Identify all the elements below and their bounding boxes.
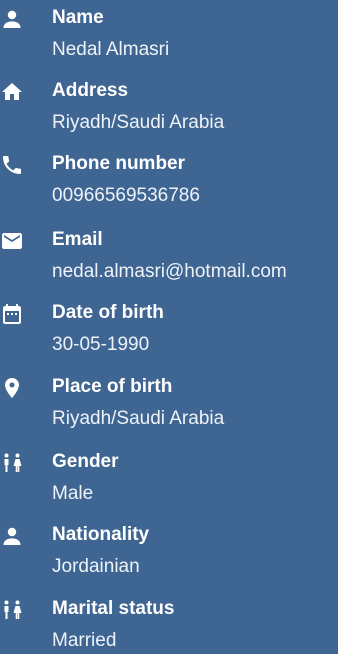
info-row-address: Address Riyadh/Saudi Arabia bbox=[0, 76, 338, 146]
personal-info-list: Name Nedal Almasri Address Riyadh/Saudi … bbox=[0, 0, 338, 654]
location-pin-icon bbox=[0, 376, 24, 400]
info-label: Marital status bbox=[52, 598, 175, 619]
info-value: Male bbox=[52, 483, 94, 504]
info-label: Address bbox=[52, 80, 129, 101]
info-value: Riyadh/Saudi Arabia bbox=[52, 408, 225, 429]
person-icon bbox=[0, 524, 24, 548]
info-value: nedal.almasri@hotmail.com bbox=[52, 261, 287, 282]
info-value: Riyadh/Saudi Arabia bbox=[52, 112, 225, 133]
info-label: Name bbox=[52, 7, 104, 28]
info-row-email: Email nedal.almasri@hotmail.com bbox=[0, 225, 338, 295]
phone-icon bbox=[0, 153, 24, 177]
info-row-date-of-birth: Date of birth 30-05-1990 bbox=[0, 298, 338, 368]
info-row-nationality: Nationality Jordainian bbox=[0, 520, 338, 590]
info-label: Nationality bbox=[52, 524, 150, 545]
calendar-icon bbox=[0, 302, 24, 326]
person-icon bbox=[0, 7, 24, 31]
info-row-gender: Gender Male bbox=[0, 447, 338, 517]
wc-icon bbox=[0, 598, 24, 622]
home-icon bbox=[0, 80, 24, 104]
info-value: 30-05-1990 bbox=[52, 334, 150, 355]
info-row-phone: Phone number 00966569536786 bbox=[0, 149, 338, 219]
info-value: 00966569536786 bbox=[52, 185, 200, 206]
info-row-place-of-birth: Place of birth Riyadh/Saudi Arabia bbox=[0, 372, 338, 442]
info-row-marital-status: Marital status Married bbox=[0, 594, 338, 654]
wc-icon bbox=[0, 451, 24, 475]
info-label: Email bbox=[52, 229, 103, 250]
info-label: Date of birth bbox=[52, 302, 164, 323]
info-value: Nedal Almasri bbox=[52, 39, 170, 60]
info-label: Place of birth bbox=[52, 376, 173, 397]
info-value: Jordainian bbox=[52, 556, 140, 577]
info-label: Phone number bbox=[52, 153, 186, 174]
email-icon bbox=[0, 229, 24, 253]
info-label: Gender bbox=[52, 451, 119, 472]
info-row-name: Name Nedal Almasri bbox=[0, 3, 338, 73]
info-value: Married bbox=[52, 630, 117, 651]
